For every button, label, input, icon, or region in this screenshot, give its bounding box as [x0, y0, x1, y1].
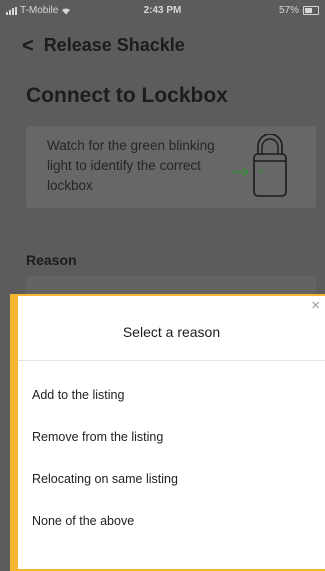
status-time: 2:43 PM: [143, 5, 182, 16]
nav-bar: < Release Shackle: [22, 35, 185, 56]
reason-sheet: × Select a reason Add to the listing Rem…: [10, 294, 325, 571]
sheet-title: Select a reason: [122, 324, 221, 340]
close-icon[interactable]: ×: [311, 298, 320, 313]
options-list: Add to the listing Remove from the listi…: [32, 360, 312, 542]
page-title: Connect to Lockbox: [26, 84, 228, 107]
option-relocating-same-listing[interactable]: Relocating on same listing: [32, 458, 312, 500]
status-bar: T-Mobile 2:43 PM 57%: [0, 0, 325, 22]
chevron-left-icon[interactable]: <: [22, 36, 34, 56]
lockbox-illustration: [231, 134, 287, 197]
reason-label: Reason: [26, 252, 77, 268]
battery-icon: [303, 6, 319, 15]
option-add-to-listing[interactable]: Add to the listing: [32, 374, 312, 416]
battery-percent: 57%: [278, 5, 299, 16]
battery-group: 57%: [279, 5, 319, 16]
info-text: Watch for the green blinking light to id…: [47, 138, 215, 193]
info-card: Watch for the green blinking light to id…: [26, 126, 316, 208]
option-remove-from-listing[interactable]: Remove from the listing: [32, 416, 312, 458]
nav-title: Release Shackle: [43, 35, 185, 55]
option-none-of-the-above[interactable]: None of the above: [32, 500, 312, 542]
reason-select[interactable]: [26, 276, 316, 294]
